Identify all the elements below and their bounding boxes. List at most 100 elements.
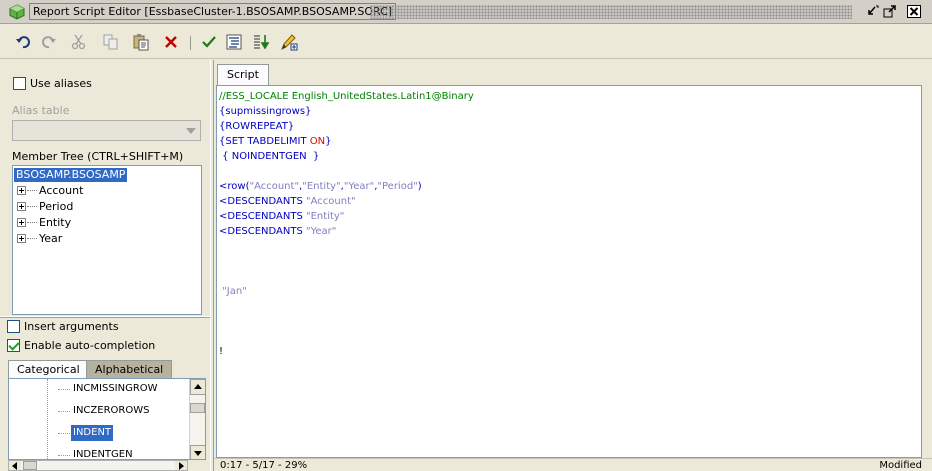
code-token: {SET TABDELIMIT <box>219 136 310 147</box>
code-line: "Jan" <box>219 284 247 299</box>
code-line: { NOINDENTGEN } <box>219 149 319 164</box>
list-item-selected[interactable]: INDENT <box>71 425 114 441</box>
minimize-icon[interactable] <box>865 4 881 19</box>
toolbar <box>0 25 932 59</box>
alias-table-select[interactable] <box>12 120 201 141</box>
tab-alphabetical[interactable]: Alphabetical <box>86 360 173 379</box>
maximize-icon[interactable] <box>882 4 898 19</box>
cut-icon <box>71 34 86 50</box>
code-token: "Period" <box>377 181 418 192</box>
code-token: <DESCENDANTS <box>219 226 307 237</box>
scroll-up-icon[interactable] <box>190 379 205 395</box>
expand-icon[interactable] <box>17 218 26 227</box>
code-line: ! <box>219 344 223 359</box>
undo-icon <box>16 36 30 49</box>
alias-table-label: Alias table <box>12 104 70 117</box>
code-token: "Entity" <box>302 181 341 192</box>
code-token: {supmissingrows} <box>219 106 312 117</box>
validate-icon <box>202 36 216 48</box>
tree-node-account[interactable]: Account <box>17 184 83 198</box>
code-token: ! <box>219 346 224 357</box>
execute-button[interactable] <box>252 33 270 51</box>
keyword-list-vscrollbar[interactable] <box>189 379 205 459</box>
member-tree-label: Member Tree (CTRL+SHIFT+M) <box>12 150 184 163</box>
title-bar: Report Script Editor [EssbaseCluster-1.B… <box>0 0 932 24</box>
scroll-thumb[interactable] <box>190 403 205 413</box>
code-line: {SET TABDELIMIT ON} <box>219 134 332 149</box>
format-button[interactable] <box>225 33 243 51</box>
use-aliases-checkbox[interactable] <box>13 77 26 90</box>
keyword-list-hscrollbar[interactable] <box>8 460 188 471</box>
left-panel: Use aliases Alias table Member Tree (CTR… <box>0 60 210 471</box>
list-item[interactable]: INCMISSINGROW <box>71 381 160 397</box>
scroll-left-icon[interactable] <box>9 461 21 470</box>
code-token: "Account" <box>249 181 300 192</box>
member-tree[interactable]: BSOSAMP.BSOSAMP Account Period Entity Ye… <box>12 165 202 315</box>
cursor-position: 0:17 - 5/17 - 29% <box>220 460 308 471</box>
code-token: "Year" <box>306 226 337 237</box>
code-token: //ESS_LOCALE English_UnitedStates.Latin1… <box>219 91 474 102</box>
enable-autocompletion-checkbox[interactable] <box>7 339 20 352</box>
keyword-list[interactable]: INCMISSINGROW INCZEROROWS INDENT INDENTG… <box>8 378 206 460</box>
redo-button[interactable] <box>40 33 58 51</box>
code-token: <row( <box>219 181 250 192</box>
code-token: } <box>325 136 332 147</box>
code-token: "Account" <box>306 196 356 207</box>
keyword-tabs: Categorical Alphabetical <box>8 360 208 379</box>
use-aliases-label: Use aliases <box>30 77 92 90</box>
delete-icon <box>165 36 177 48</box>
tree-root-node[interactable]: BSOSAMP.BSOSAMP <box>14 168 128 182</box>
paste-button[interactable] <box>132 33 150 51</box>
insert-arguments-checkbox[interactable] <box>7 320 20 333</box>
code-line: <row("Account","Entity","Year","Period") <box>219 179 422 194</box>
copy-button[interactable] <box>102 33 120 51</box>
scroll-right-icon[interactable] <box>175 461 187 470</box>
modified-status: Modified <box>879 460 922 471</box>
cut-button[interactable] <box>70 33 88 51</box>
code-token: <DESCENDANTS <box>219 211 307 222</box>
code-token: ) <box>417 181 422 192</box>
code-line: //ESS_LOCALE English_UnitedStates.Latin1… <box>219 89 474 104</box>
code-line: {supmissingrows} <box>219 104 311 119</box>
toolbar-separator <box>190 36 191 50</box>
report-script-app-icon <box>9 4 25 20</box>
delete-button[interactable] <box>162 33 180 51</box>
execute-icon <box>254 35 270 50</box>
undo-button[interactable] <box>14 33 32 51</box>
code-line: <DESCENDANTS "Account" <box>219 194 356 209</box>
code-token: "Jan" <box>219 286 247 297</box>
list-item[interactable]: INCZEROROWS <box>71 403 151 419</box>
title-grip <box>370 5 852 19</box>
code-line: {ROWREPEAT} <box>219 119 294 134</box>
code-token: { NOINDENTGEN } <box>219 151 320 162</box>
status-bar: 0:17 - 5/17 - 29% Modified <box>214 458 932 471</box>
panel-splitter[interactable] <box>0 316 210 318</box>
expand-icon[interactable] <box>17 186 26 195</box>
scroll-down-icon[interactable] <box>190 445 205 459</box>
expand-icon[interactable] <box>17 234 26 243</box>
close-icon[interactable] <box>906 4 922 19</box>
tree-node-period[interactable]: Period <box>17 200 73 214</box>
expand-icon[interactable] <box>17 202 26 211</box>
tab-script[interactable]: Script <box>217 64 269 86</box>
tree-node-year[interactable]: Year <box>17 232 62 246</box>
scroll-thumb[interactable] <box>23 461 37 470</box>
script-editor[interactable]: //ESS_LOCALE English_UnitedStates.Latin1… <box>216 85 922 458</box>
edit-add-button[interactable] <box>280 33 298 51</box>
paste-icon <box>133 34 149 51</box>
code-line: <DESCENDANTS "Year" <box>219 224 336 239</box>
window-title: Report Script Editor [EssbaseCluster-1.B… <box>29 3 397 20</box>
format-icon <box>226 34 242 50</box>
validate-button[interactable] <box>200 33 218 51</box>
tree-node-entity[interactable]: Entity <box>17 216 71 230</box>
copy-icon <box>103 34 118 50</box>
list-item[interactable]: INDENTGEN <box>71 447 135 459</box>
chevron-down-icon <box>186 128 196 134</box>
edit-add-icon <box>281 34 298 51</box>
tab-categorical[interactable]: Categorical <box>8 360 89 379</box>
editor-panel: Script //ESS_LOCALE English_UnitedStates… <box>214 60 932 471</box>
code-token: {ROWREPEAT} <box>219 121 295 132</box>
enable-autocompletion-label: Enable auto-completion <box>24 339 156 352</box>
code-token: "Entity" <box>306 211 345 222</box>
insert-arguments-label: Insert arguments <box>24 320 119 333</box>
